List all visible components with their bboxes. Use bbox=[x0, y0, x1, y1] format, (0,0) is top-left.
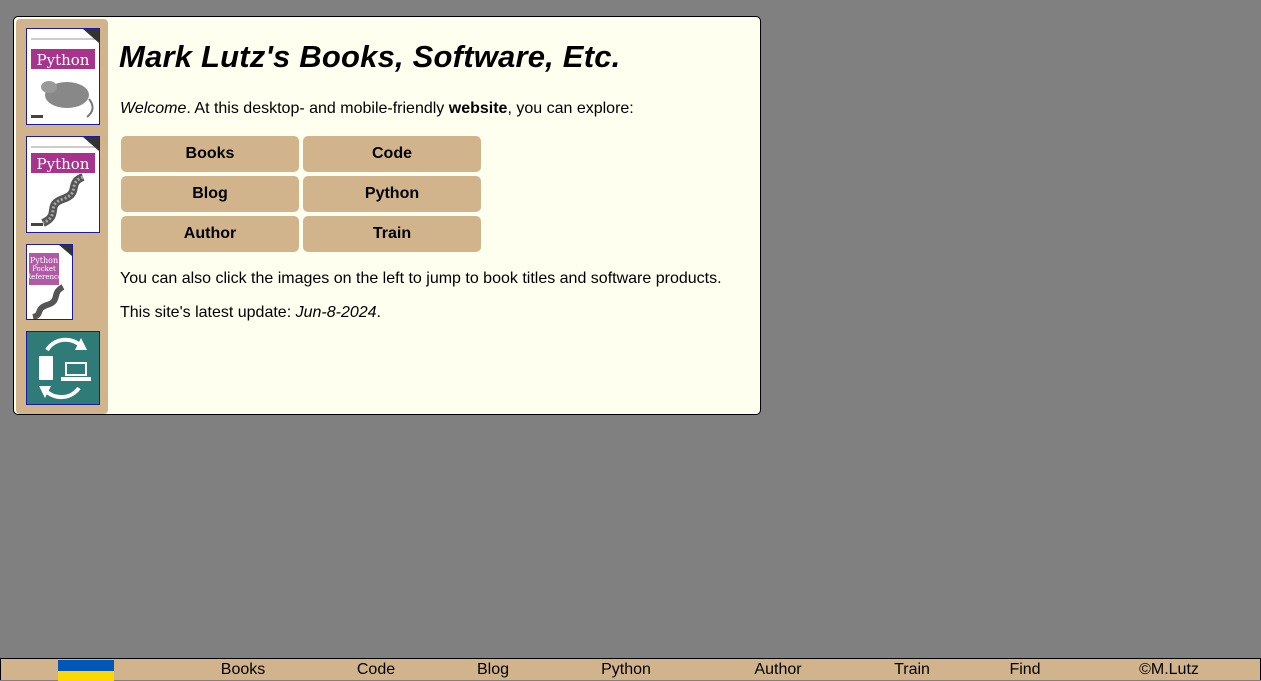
python-pocket-reference-book-cover-icon: Python Pocket Reference bbox=[27, 245, 72, 319]
svg-text:Python: Python bbox=[30, 256, 58, 265]
python-pocket-reference-cover-link[interactable]: Python Pocket Reference bbox=[26, 244, 73, 320]
books-button[interactable]: Books bbox=[121, 136, 299, 172]
learning-python-cover-link[interactable]: Python bbox=[26, 28, 100, 125]
footer-nav: Books Code Blog Python Author Train Find… bbox=[0, 658, 1261, 681]
update-text: This site's latest update: Jun-8-2024. bbox=[120, 304, 381, 322]
cover-title: Python bbox=[37, 51, 90, 69]
main-content: Mark Lutz's Books, Software, Etc. Welcom… bbox=[119, 39, 750, 321]
update-prefix: This site's latest update: bbox=[120, 304, 296, 321]
welcome-bold: website bbox=[448, 100, 508, 117]
footer-blog-link[interactable]: Blog bbox=[477, 661, 509, 679]
footer-books-link[interactable]: Books bbox=[221, 661, 265, 679]
footer-copyright-link[interactable]: ©M.Lutz bbox=[1139, 661, 1199, 679]
footer-python-link[interactable]: Python bbox=[601, 661, 651, 679]
images-hint-text: You can also click the images on the lef… bbox=[120, 270, 722, 287]
footer-author-link[interactable]: Author bbox=[754, 661, 801, 679]
welcome-text: Welcome. At this desktop- and mobile-fri… bbox=[120, 100, 634, 118]
page-title: Mark Lutz's Books, Software, Etc. bbox=[119, 39, 621, 74]
welcome-italic: Welcome bbox=[120, 100, 187, 117]
footer-code-link[interactable]: Code bbox=[357, 661, 395, 679]
update-date: Jun-8-2024 bbox=[295, 304, 377, 321]
welcome-end: , you can explore: bbox=[507, 100, 634, 117]
sync-devices-app-icon bbox=[27, 332, 99, 404]
svg-text:Pocket: Pocket bbox=[32, 265, 56, 273]
footer-train-link[interactable]: Train bbox=[894, 661, 930, 679]
svg-text:Reference: Reference bbox=[27, 273, 62, 281]
author-button[interactable]: Author bbox=[121, 216, 299, 252]
programming-python-book-cover-icon: Python bbox=[27, 137, 99, 232]
blog-button[interactable]: Blog bbox=[121, 176, 299, 212]
sync-app-link[interactable] bbox=[26, 331, 100, 405]
sidebar: Python Python Python Pocket Reference bbox=[16, 19, 108, 414]
programming-python-cover-link[interactable]: Python bbox=[26, 136, 100, 233]
train-button[interactable]: Train bbox=[303, 216, 481, 252]
update-suffix: . bbox=[376, 304, 381, 321]
main-card: Python Python Python Pocket Reference Ma… bbox=[13, 16, 761, 415]
ukraine-flag-icon[interactable] bbox=[58, 660, 114, 681]
nav-button-grid: Books Code Blog Python Author Train bbox=[121, 136, 481, 252]
learning-python-book-cover-icon: Python bbox=[27, 29, 99, 124]
code-button[interactable]: Code bbox=[303, 136, 481, 172]
cover-title: Python bbox=[37, 155, 90, 173]
python-button[interactable]: Python bbox=[303, 176, 481, 212]
welcome-middle: . At this desktop- and mobile-friendly bbox=[186, 100, 449, 117]
footer-find-link[interactable]: Find bbox=[1009, 661, 1040, 679]
